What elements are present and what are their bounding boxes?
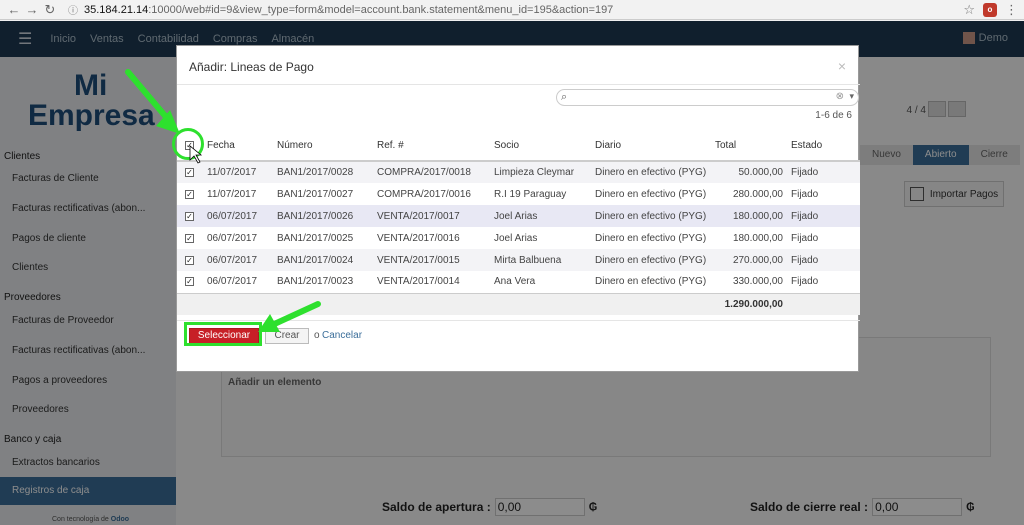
cursor-icon — [189, 145, 203, 164]
arrow-to-select-button — [258, 301, 321, 332]
arrow-to-checkbox — [125, 69, 180, 134]
annotation-arrows — [125, 69, 321, 332]
